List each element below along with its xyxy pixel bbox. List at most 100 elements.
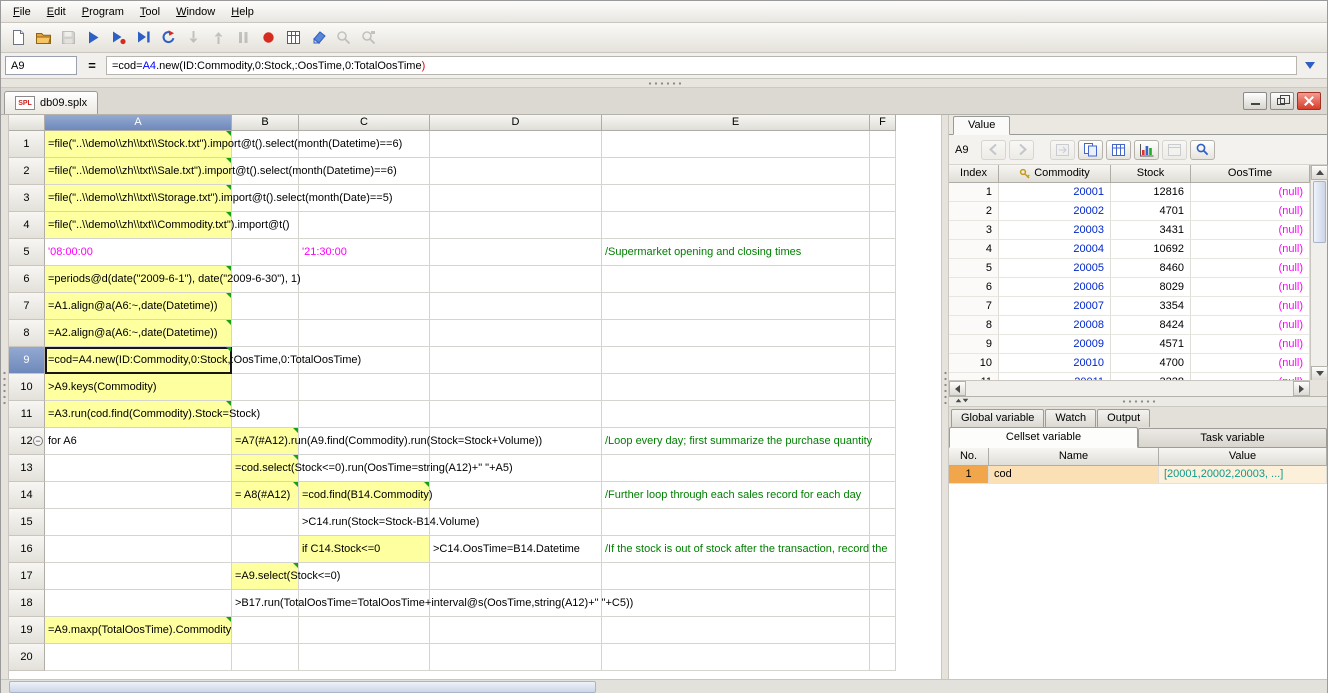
cell-B5[interactable]	[232, 239, 299, 266]
cell-B16[interactable]	[232, 536, 299, 563]
cell-A10[interactable]: >A9.keys(Commodity)	[45, 374, 232, 401]
cell-E5[interactable]: /Supermarket opening and closing times	[602, 239, 870, 266]
cell-E7[interactable]	[602, 293, 870, 320]
menu-tool[interactable]: Tool	[132, 3, 168, 21]
tab-task-variable[interactable]: Task variable	[1138, 428, 1327, 447]
cell-A9[interactable]: =cod=A4.new(ID:Commodity,0:Stock,:OosTim…	[45, 347, 232, 374]
value-row[interactable]: 12000112816(null)	[949, 183, 1327, 202]
column-header-F[interactable]: F	[870, 115, 896, 131]
header-commodity[interactable]: Commodity	[999, 165, 1111, 183]
column-header-E[interactable]: E	[602, 115, 870, 131]
header-stock[interactable]: Stock	[1111, 165, 1191, 183]
value-row[interactable]: 5200058460(null)	[949, 259, 1327, 278]
row-header-3[interactable]: 3	[9, 185, 45, 212]
tab-value[interactable]: Value	[953, 116, 1010, 135]
scroll-thumb[interactable]	[1313, 181, 1326, 243]
restore-button[interactable]	[1270, 92, 1294, 110]
cell-E11[interactable]	[602, 401, 870, 428]
header-index[interactable]: Index	[949, 165, 999, 183]
cell-E10[interactable]	[602, 374, 870, 401]
grid-horizontal-scrollbar[interactable]	[1, 679, 1327, 693]
row-header-14[interactable]: 14	[9, 482, 45, 509]
row-header-6[interactable]: 6	[9, 266, 45, 293]
cell-F3[interactable]	[870, 185, 896, 212]
cell-E1[interactable]	[602, 131, 870, 158]
row-header-18[interactable]: 18	[9, 590, 45, 617]
cell-A15[interactable]	[45, 509, 232, 536]
row-header-5[interactable]: 5	[9, 239, 45, 266]
row-header-10[interactable]: 10	[9, 374, 45, 401]
scroll-down-icon[interactable]	[1311, 366, 1328, 381]
cell-C4[interactable]	[299, 212, 430, 239]
cell-F19[interactable]	[870, 617, 896, 644]
cell-E6[interactable]	[602, 266, 870, 293]
minimize-button[interactable]	[1243, 92, 1267, 110]
cell-A16[interactable]	[45, 536, 232, 563]
cell-C20[interactable]	[299, 644, 430, 671]
row-header-17[interactable]: 17	[9, 563, 45, 590]
scroll-up-icon[interactable]	[1311, 165, 1328, 180]
value-row[interactable]: 3200033431(null)	[949, 221, 1327, 240]
close-button[interactable]	[1297, 92, 1321, 110]
header-name[interactable]: Name	[989, 448, 1159, 466]
cell-A17[interactable]	[45, 563, 232, 590]
cell-C11[interactable]	[299, 401, 430, 428]
cell-D7[interactable]	[430, 293, 602, 320]
cell-F2[interactable]	[870, 158, 896, 185]
collapse-icon[interactable]: −	[33, 436, 43, 446]
cell-A13[interactable]	[45, 455, 232, 482]
row-header-12[interactable]: 12−	[9, 428, 45, 455]
grid-corner[interactable]	[9, 115, 45, 131]
new-file-icon[interactable]	[7, 26, 30, 49]
cell-D19[interactable]	[430, 617, 602, 644]
cell-C19[interactable]	[299, 617, 430, 644]
cell-A3[interactable]: =file("..\\demo\\zh\\txt\\Storage.txt").…	[45, 185, 232, 212]
cell-F9[interactable]	[870, 347, 896, 374]
header-value[interactable]: Value	[1159, 448, 1327, 466]
tab-global-variable[interactable]: Global variable	[951, 409, 1044, 427]
cell-A5[interactable]: '08:00:00	[45, 239, 232, 266]
row-header-7[interactable]: 7	[9, 293, 45, 320]
step-over-icon[interactable]	[132, 26, 155, 49]
scroll-left-icon[interactable]	[949, 381, 966, 396]
row-header-9[interactable]: 9	[9, 347, 45, 374]
cell-E4[interactable]	[602, 212, 870, 239]
tab-output[interactable]: Output	[1097, 409, 1150, 427]
header-no[interactable]: No.	[949, 448, 989, 466]
column-header-A[interactable]: A	[45, 115, 232, 131]
cell-D16[interactable]: >C14.OosTime=B14.Datetime	[430, 536, 602, 563]
calculate-icon[interactable]	[282, 26, 305, 49]
cell-D5[interactable]	[430, 239, 602, 266]
cell-B14[interactable]: = A8(#A12)	[232, 482, 299, 509]
row-header-2[interactable]: 2	[9, 158, 45, 185]
variable-value[interactable]: [20001,20002,20003, ...]	[1159, 466, 1327, 484]
cell-F13[interactable]	[870, 455, 896, 482]
cell-E13[interactable]	[602, 455, 870, 482]
cell-B18[interactable]: >B17.run(TotalOosTime=TotalOosTime+inter…	[232, 590, 299, 617]
cell-C10[interactable]	[299, 374, 430, 401]
cell-B15[interactable]	[232, 509, 299, 536]
row-header-16[interactable]: 16	[9, 536, 45, 563]
scroll-right-icon[interactable]	[1293, 381, 1310, 396]
cell-B12[interactable]: =A7(#A12).run(A9.find(Commodity).run(Sto…	[232, 428, 299, 455]
table-view-icon[interactable]	[1106, 140, 1131, 160]
variables-splitter[interactable]	[949, 397, 1327, 407]
cell-C8[interactable]	[299, 320, 430, 347]
copy-icon[interactable]	[1078, 140, 1103, 160]
cell-F14[interactable]	[870, 482, 896, 509]
menu-program[interactable]: Program	[74, 3, 132, 21]
cell-E14[interactable]: /Further loop through each sales record …	[602, 482, 870, 509]
cell-E15[interactable]	[602, 509, 870, 536]
row-header-4[interactable]: 4	[9, 212, 45, 239]
row-header-19[interactable]: 19	[9, 617, 45, 644]
stop-icon[interactable]	[257, 26, 280, 49]
cell-D6[interactable]	[430, 266, 602, 293]
scroll-track[interactable]	[966, 381, 1293, 396]
chart-icon[interactable]	[1134, 140, 1159, 160]
horizontal-splitter[interactable]	[1, 79, 1327, 88]
cell-F20[interactable]	[870, 644, 896, 671]
cell-B19[interactable]	[232, 617, 299, 644]
cell-D11[interactable]	[430, 401, 602, 428]
cell-D3[interactable]	[430, 185, 602, 212]
cell-E18[interactable]	[602, 590, 870, 617]
